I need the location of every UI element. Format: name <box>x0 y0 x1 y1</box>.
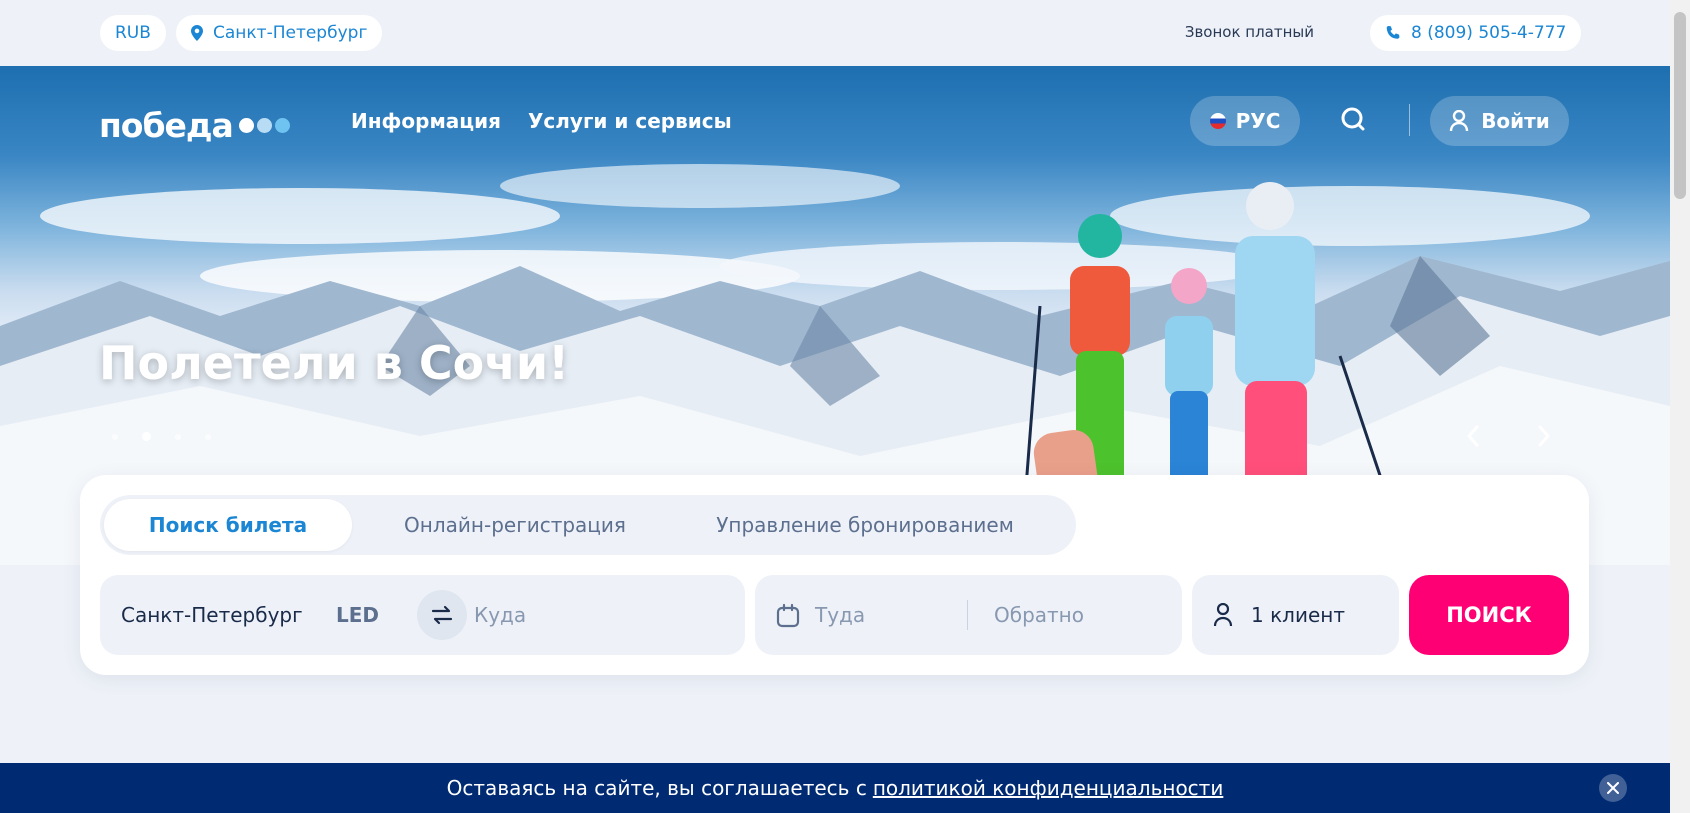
header-divider <box>1409 104 1410 136</box>
tab-online-checkin[interactable]: Онлайн-регистрация <box>380 495 650 555</box>
passengers-field[interactable]: 1 клиент <box>1192 575 1399 655</box>
russia-flag-icon <box>1209 113 1226 129</box>
search-flights-button[interactable]: ПОИСК <box>1409 575 1569 655</box>
currency-selector[interactable]: RUB <box>100 15 166 51</box>
cookie-text: Оставаясь на сайте, вы соглашаетесь с <box>446 776 867 800</box>
search-icon[interactable] <box>1338 104 1370 136</box>
chevron-right-icon <box>1538 425 1550 447</box>
cookie-banner: Оставаясь на сайте, вы соглашаетесь с по… <box>0 763 1670 813</box>
return-date-input[interactable]: Обратно <box>994 603 1084 627</box>
slider-next-button[interactable] <box>1526 418 1562 454</box>
cookie-close-button[interactable] <box>1599 774 1627 802</box>
chevron-left-icon <box>1467 425 1479 447</box>
privacy-policy-link[interactable]: политикой конфиденциальности <box>873 776 1224 800</box>
user-icon <box>1449 110 1469 132</box>
slide-dot-1[interactable] <box>112 433 118 440</box>
page-scrollbar[interactable] <box>1670 0 1690 813</box>
scrollbar-thumb[interactable] <box>1674 12 1686 199</box>
slide-dot-3[interactable] <box>175 433 181 440</box>
depart-date-input[interactable]: Туда <box>815 603 865 627</box>
hero-headline: Полетели в Сочи! <box>99 336 570 390</box>
calendar-icon <box>776 603 800 628</box>
language-label: РУС <box>1235 109 1281 133</box>
origin-code: LED <box>336 603 380 627</box>
phone-number: 8 (809) 505-4-777 <box>1411 23 1567 43</box>
origin-input[interactable]: Санкт-Петербург <box>121 603 303 627</box>
swap-icon <box>431 605 453 625</box>
tab-manage-booking[interactable]: Управление бронированием <box>680 495 1050 555</box>
login-label: Войти <box>1481 109 1550 133</box>
nav-information[interactable]: Информация <box>351 109 501 133</box>
nav-services[interactable]: Услуги и сервисы <box>528 109 732 133</box>
dates-field: Туда Обратно <box>755 575 1182 655</box>
tab-ticket-search[interactable]: Поиск билета <box>104 499 352 551</box>
logo-text: победа <box>99 106 234 145</box>
slider-dots <box>112 432 211 441</box>
swap-route-button[interactable] <box>417 590 467 640</box>
booking-tabs: Поиск билета Онлайн-регистрация Управлен… <box>100 495 1076 555</box>
slide-dot-4[interactable] <box>205 433 211 440</box>
login-button[interactable]: Войти <box>1430 96 1569 146</box>
booking-card: Поиск билета Онлайн-регистрация Управлен… <box>80 475 1589 675</box>
passenger-icon <box>1213 603 1233 627</box>
city-label: Санкт-Петербург <box>213 23 368 43</box>
dates-separator <box>967 600 968 630</box>
call-note: Звонок платный <box>1184 23 1314 41</box>
slider-prev-button[interactable] <box>1455 418 1491 454</box>
close-icon <box>1607 782 1619 794</box>
destination-input[interactable]: Куда <box>474 603 526 627</box>
currency-label: RUB <box>115 23 151 43</box>
top-bar: RUB Санкт-Петербург Звонок платный 8 (80… <box>0 0 1670 66</box>
city-selector[interactable]: Санкт-Петербург <box>176 15 383 51</box>
location-pin-icon <box>191 25 203 41</box>
pobeda-logo[interactable]: победа <box>99 106 290 145</box>
language-selector[interactable]: РУС <box>1190 96 1300 146</box>
route-field: Санкт-Петербург LED Куда <box>100 575 745 655</box>
logo-dots-icon <box>238 118 290 133</box>
phone-link[interactable]: 8 (809) 505-4-777 <box>1370 15 1582 51</box>
phone-icon <box>1386 26 1400 39</box>
slide-dot-2[interactable] <box>142 432 151 441</box>
passengers-value: 1 клиент <box>1251 603 1345 627</box>
